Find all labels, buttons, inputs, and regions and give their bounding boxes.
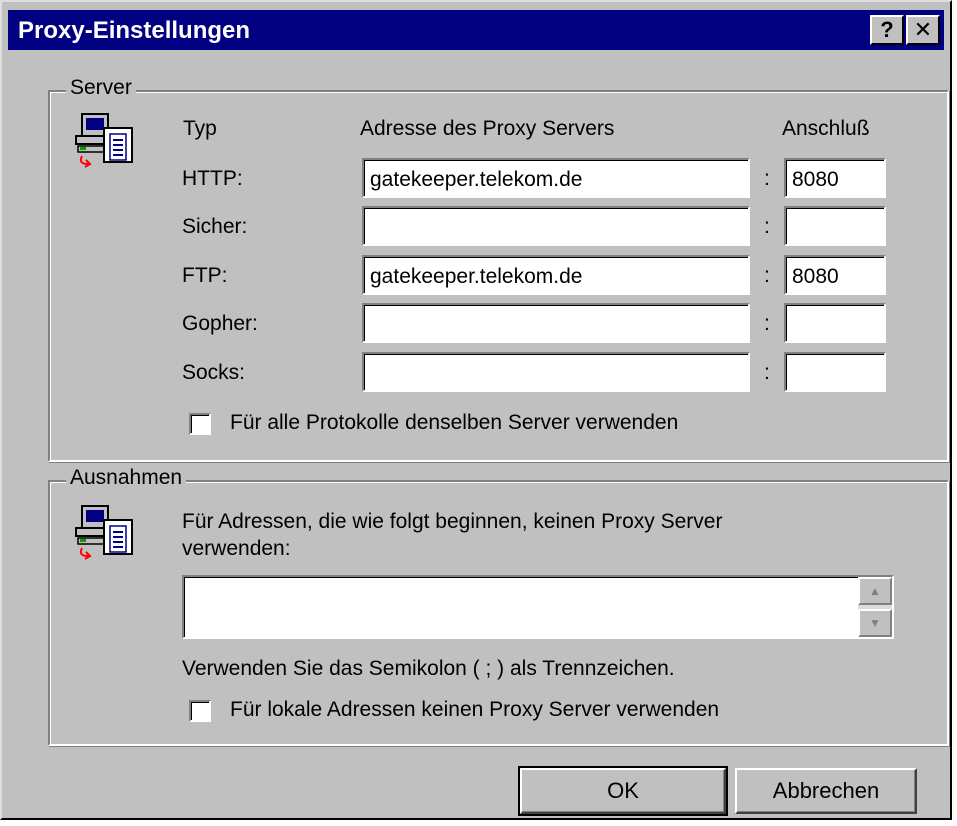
cancel-button[interactable]: Abbrechen <box>735 768 917 814</box>
socks-port-field[interactable] <box>784 352 886 392</box>
same-server-label: Für alle Protokolle denselben Server ver… <box>230 411 679 434</box>
gopher-port-field[interactable] <box>784 303 886 343</box>
ftp-port-field[interactable]: 8080 <box>784 255 886 295</box>
colon-separator: : <box>764 215 770 238</box>
type-header: Typ <box>183 117 217 140</box>
secure-port-field[interactable] <box>784 206 886 246</box>
exceptions-description: Für Adressen, die wie folgt beginnen, ke… <box>182 510 723 533</box>
proxy-settings-dialog: Proxy-Einstellungen ? ✕ Server Typ Adres… <box>0 0 952 820</box>
vertical-scrollbar[interactable]: ▲ ▼ <box>858 577 892 637</box>
colon-separator: : <box>764 312 770 335</box>
title-bar: Proxy-Einstellungen ? ✕ <box>8 10 944 50</box>
ftp-address-field[interactable]: gatekeeper.telekom.de <box>362 255 750 295</box>
ftp-label: FTP: <box>182 264 228 287</box>
help-button[interactable]: ? <box>870 15 904 45</box>
socks-address-field[interactable] <box>362 352 750 392</box>
scroll-up-icon[interactable]: ▲ <box>858 577 892 605</box>
server-group-label: Server <box>66 76 136 100</box>
colon-separator: : <box>764 264 770 287</box>
secure-address-field[interactable] <box>362 206 750 246</box>
port-header: Anschluß <box>782 117 870 140</box>
exceptions-textarea[interactable]: ▲ ▼ <box>182 575 894 639</box>
http-address-field[interactable]: gatekeeper.telekom.de <box>362 158 750 198</box>
local-addresses-label: Für lokale Adressen keinen Proxy Server … <box>230 698 720 721</box>
network-computer-icon <box>75 505 133 560</box>
colon-separator: : <box>764 167 770 190</box>
gopher-address-field[interactable] <box>362 303 750 343</box>
network-computer-icon <box>75 113 133 168</box>
window-title: Proxy-Einstellungen <box>18 17 251 44</box>
ok-button[interactable]: OK <box>518 766 728 816</box>
local-addresses-checkbox[interactable] <box>189 700 211 722</box>
exceptions-group-label: Ausnahmen <box>66 466 187 490</box>
socks-label: Socks: <box>182 361 246 384</box>
exceptions-description-line2: verwenden: <box>182 537 291 560</box>
separator-hint: Verwenden Sie das Semikolon ( ; ) als Tr… <box>182 657 675 680</box>
close-button[interactable]: ✕ <box>906 15 940 45</box>
http-label: HTTP: <box>182 167 243 190</box>
http-port-field[interactable]: 8080 <box>784 158 886 198</box>
same-server-checkbox[interactable] <box>189 413 211 435</box>
scroll-down-icon[interactable]: ▼ <box>858 609 892 637</box>
secure-label: Sicher: <box>182 215 248 238</box>
colon-separator: : <box>764 361 770 384</box>
gopher-label: Gopher: <box>182 312 258 335</box>
address-header: Adresse des Proxy Servers <box>360 117 615 140</box>
